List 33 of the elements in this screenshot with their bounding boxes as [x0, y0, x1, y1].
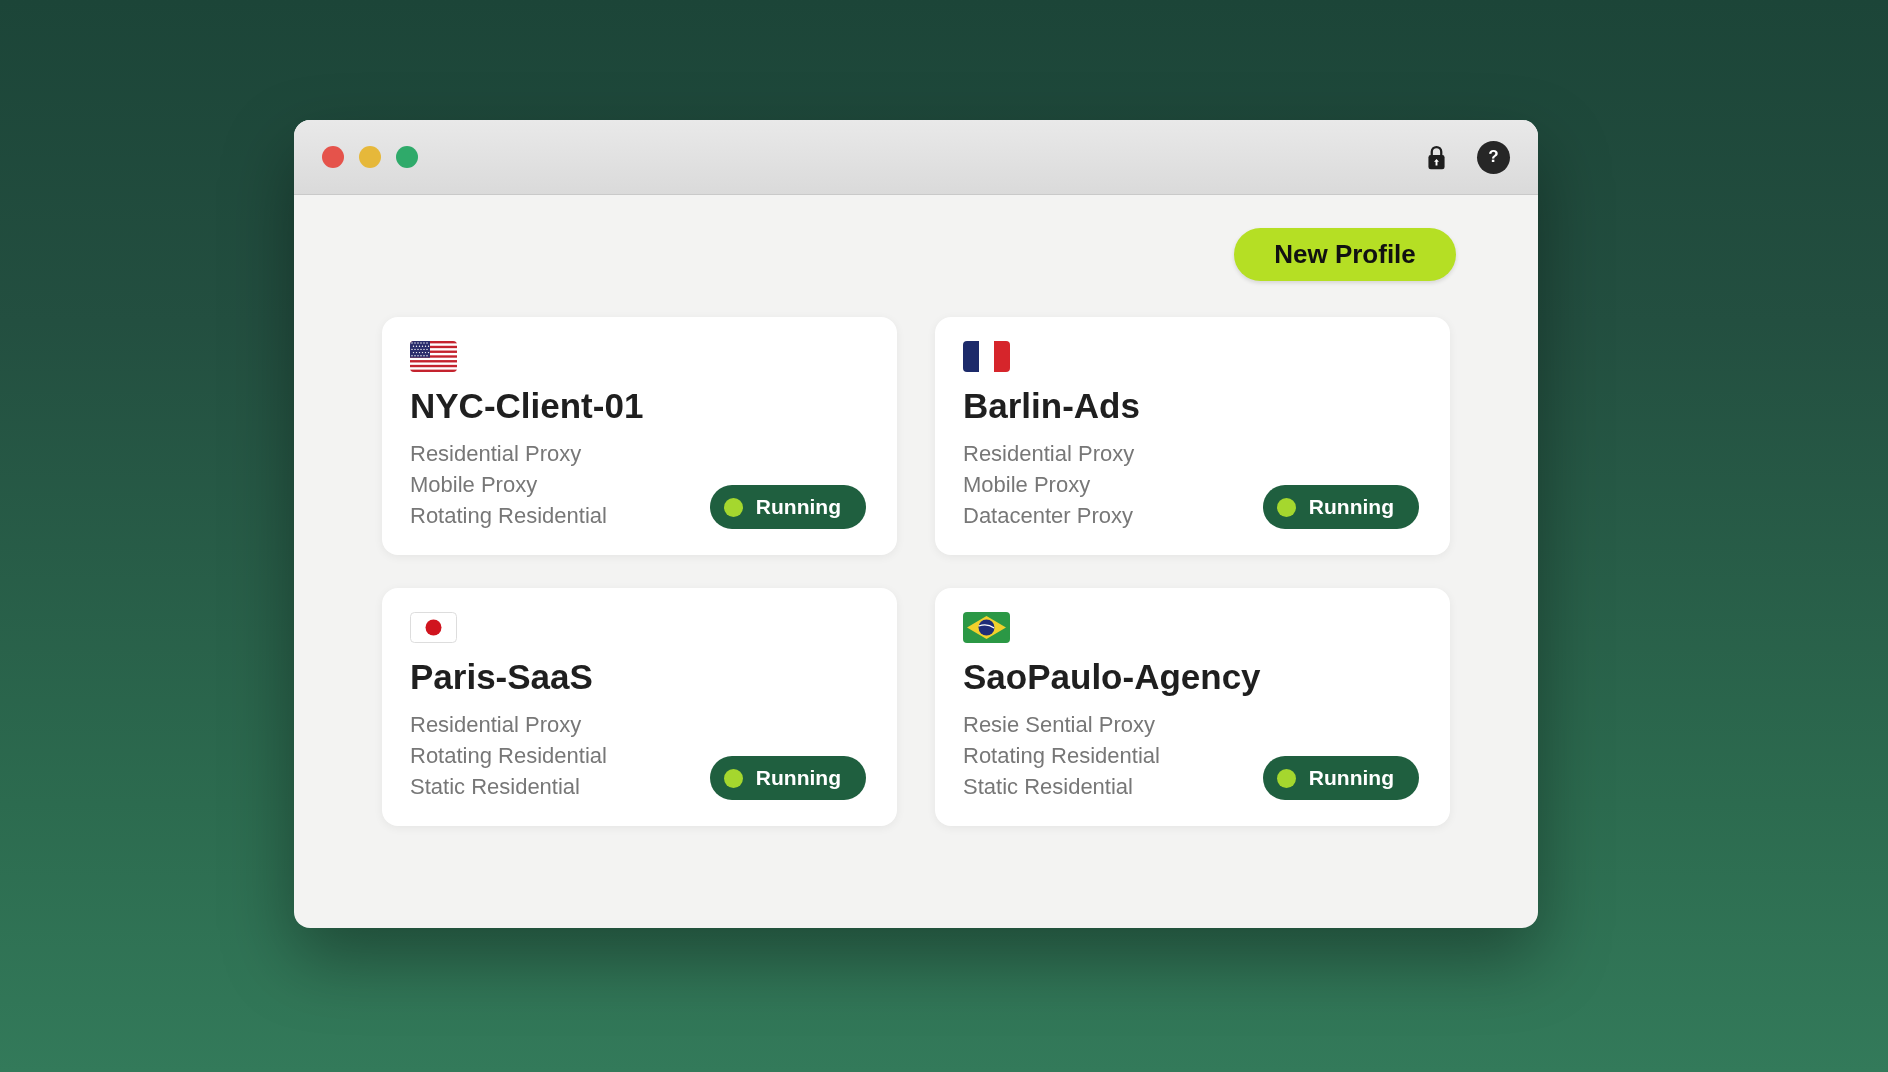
new-profile-button[interactable]: New Profile: [1234, 228, 1456, 281]
status-label: Running: [755, 766, 841, 790]
france-flag-icon: [963, 341, 1010, 372]
status-label: Running: [755, 495, 841, 519]
status-label: Running: [1308, 495, 1394, 519]
help-button[interactable]: ?: [1477, 140, 1510, 174]
status-dot-icon: [1276, 497, 1296, 517]
status-dot-icon: [1276, 768, 1296, 788]
proxy-type: Datacenter Proxy: [963, 502, 1134, 530]
proxy-type: Mobile Proxy: [410, 471, 539, 499]
proxy-type: Residential Proxy: [963, 440, 1135, 468]
proxy-type: Rotating Residential: [410, 502, 607, 530]
us-flag-icon: [410, 341, 457, 372]
brazil-flag-icon: [963, 612, 1010, 643]
proxy-type: Resie Sential Proxy: [963, 711, 1156, 739]
proxy-type: Static Residential: [963, 773, 1134, 801]
proxy-type: Rotating Residential: [963, 742, 1160, 770]
proxy-type: Static Residential: [410, 773, 581, 801]
profile-name: NYC-Client-01: [410, 386, 645, 426]
profile-name: SaoPaulo-Agency: [963, 657, 1262, 697]
proxy-type: Residential Proxy: [410, 440, 583, 468]
maximize-button[interactable]: [396, 146, 418, 168]
status-label: Running: [1308, 766, 1394, 790]
lock-icon[interactable]: [1427, 144, 1446, 170]
japan-flag-icon: [410, 612, 457, 643]
close-button[interactable]: [322, 146, 344, 168]
proxy-type: Residential Proxy: [410, 711, 583, 739]
proxy-type: Mobile Proxy: [963, 471, 1092, 499]
proxy-type: Rotating Residential: [410, 742, 607, 770]
status-dot-icon: [723, 768, 743, 788]
profile-name: Paris-SaaS: [410, 657, 594, 697]
profile-name: Barlin-Ads: [963, 386, 1141, 426]
status-dot-icon: [723, 497, 743, 517]
